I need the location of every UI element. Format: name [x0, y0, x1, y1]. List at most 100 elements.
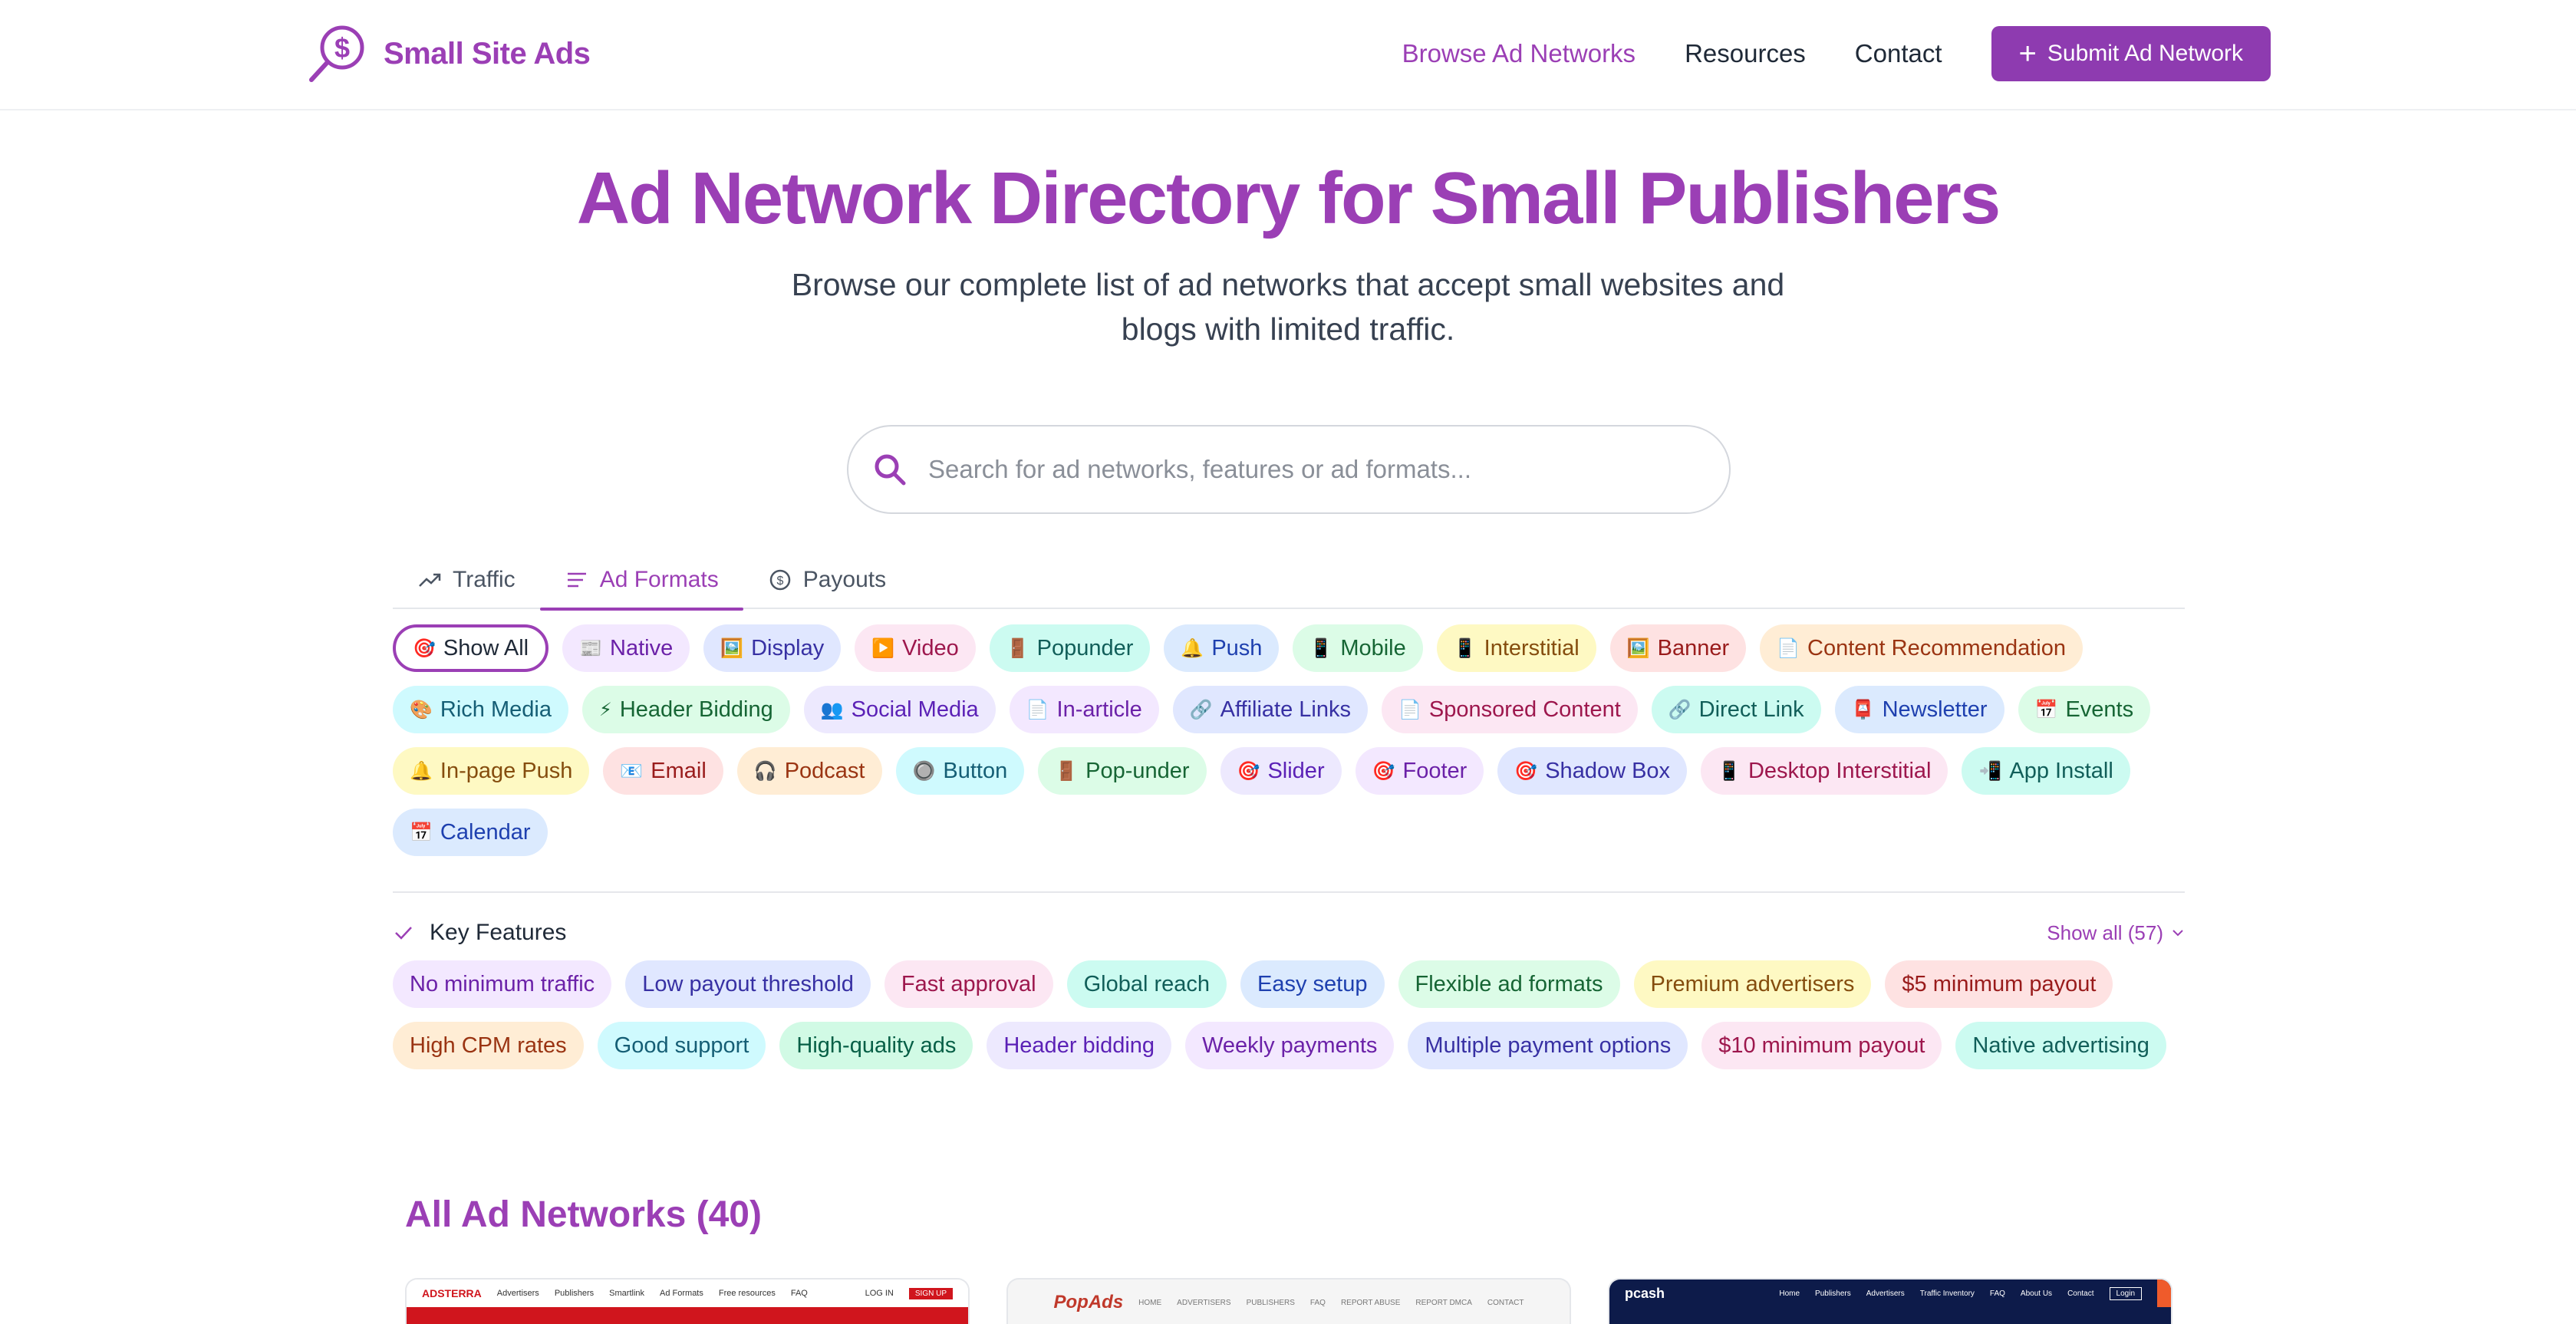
format-emoji-icon: 📱 — [1309, 637, 1333, 659]
plus-icon: + — [2018, 37, 2037, 71]
card-accent — [2157, 1280, 2171, 1307]
feature-chip-low-payout-threshold[interactable]: Low payout threshold — [625, 960, 871, 1008]
format-chip-shadow-box[interactable]: 🎯 Shadow Box — [1497, 747, 1688, 795]
format-chip-push[interactable]: 🔔 Push — [1164, 624, 1280, 672]
format-chip-label: Video — [902, 635, 959, 660]
tab-payouts[interactable]: $ Payouts — [743, 551, 911, 609]
format-chip-podcast[interactable]: 🎧 Podcast — [736, 747, 882, 795]
card-link: ADVERTISERS — [1177, 1298, 1231, 1307]
format-chip-label: Podcast — [784, 758, 865, 783]
feature-chip-good-support[interactable]: Good support — [597, 1022, 766, 1069]
feature-chip-no-minimum-traffic[interactable]: No minimum traffic — [393, 960, 612, 1008]
format-emoji-icon: 🖼️ — [720, 637, 744, 659]
tab-payouts-label: Payouts — [802, 567, 887, 592]
feature-chip-label: $5 minimum payout — [1902, 971, 2097, 996]
format-chip-video[interactable]: ▶️ Video — [855, 624, 976, 672]
network-card[interactable]: pcash Home Publishers Advertisers Traffi… — [1608, 1278, 2172, 1324]
check-icon — [395, 927, 412, 940]
format-chip-label: Pop-under — [1085, 758, 1190, 783]
feature-chip-label: Global reach — [1083, 971, 1211, 996]
format-chip-calendar[interactable]: 📅 Calendar — [393, 809, 548, 856]
format-chip-sponsored-content[interactable]: 📄 Sponsored Content — [1381, 686, 1638, 733]
format-chip-content-recommendation[interactable]: 📄 Content Recommendation — [1760, 624, 2083, 672]
main-nav: Browse Ad Networks Resources Contact + S… — [1353, 26, 2271, 81]
feature-chip-weekly-payments[interactable]: Weekly payments — [1185, 1022, 1395, 1069]
format-chip-label: Display — [751, 635, 825, 660]
format-chip-email[interactable]: 📧 Email — [603, 747, 723, 795]
card-brand: pcash — [1625, 1285, 1665, 1301]
feature-chip-multiple-payment-options[interactable]: Multiple payment options — [1408, 1022, 1688, 1069]
format-chip-interstitial[interactable]: 📱 Interstitial — [1436, 624, 1596, 672]
tab-traffic[interactable]: Traffic — [393, 551, 540, 609]
search-input[interactable] — [928, 455, 1680, 484]
filter-tabs: Traffic Ad Formats $ Payouts — [393, 551, 2185, 611]
format-chip-rich-media[interactable]: 🎨 Rich Media — [393, 686, 568, 733]
format-emoji-icon: ⚡ — [598, 699, 612, 720]
feature-chip-easy-setup[interactable]: Easy setup — [1240, 960, 1385, 1008]
format-chip-in-article[interactable]: 📄 In-article — [1009, 686, 1159, 733]
format-chip-slider[interactable]: 🎯 Slider — [1220, 747, 1342, 795]
format-chip-show-all[interactable]: 🎯 Show All — [393, 624, 549, 672]
feature-chip-premium-advertisers[interactable]: Premium advertisers — [1633, 960, 1872, 1008]
format-emoji-icon: 📱 — [1453, 637, 1477, 659]
format-chip-label: Newsletter — [1882, 697, 1988, 722]
card-link: Contact — [2067, 1289, 2094, 1298]
format-chip-label: Header Bidding — [619, 697, 773, 722]
network-card[interactable]: ADSTERRA Advertisers Publishers Smartlin… — [405, 1278, 970, 1324]
format-chip-desktop-interstitial[interactable]: 📱 Desktop Interstitial — [1701, 747, 1948, 795]
format-chip-social-media[interactable]: 👥 Social Media — [803, 686, 996, 733]
format-chip-button[interactable]: 🔘 Button — [895, 747, 1025, 795]
format-emoji-icon: 🔗 — [1189, 699, 1213, 720]
format-chip-pop-under[interactable]: 🚪 Pop-under — [1038, 747, 1207, 795]
submit-ad-network-button[interactable]: + Submit Ad Network — [1991, 26, 2271, 81]
format-chip-native[interactable]: 📰 Native — [562, 624, 690, 672]
feature-chip-label: Easy setup — [1257, 971, 1368, 996]
feature-chip-global-reach[interactable]: Global reach — [1066, 960, 1227, 1008]
format-chip-header-bidding[interactable]: ⚡ Header Bidding — [581, 686, 790, 733]
format-emoji-icon: 🚪 — [1055, 760, 1079, 782]
feature-chip-fast-approval[interactable]: Fast approval — [884, 960, 1053, 1008]
format-chip-display[interactable]: 🖼️ Display — [703, 624, 842, 672]
format-chip-mobile[interactable]: 📱 Mobile — [1293, 624, 1423, 672]
format-chip-direct-link[interactable]: 🔗 Direct Link — [1651, 686, 1821, 733]
format-chip-footer[interactable]: 🎯 Footer — [1355, 747, 1484, 795]
nav-resources[interactable]: Resources — [1685, 39, 1806, 68]
card-link: FAQ — [790, 1289, 808, 1298]
feature-chip-label: $10 minimum payout — [1718, 1033, 1925, 1058]
format-chip-banner[interactable]: 🖼️ Banner — [1609, 624, 1747, 672]
feature-chip-header-bidding[interactable]: Header bidding — [987, 1022, 1172, 1069]
format-chip-label: Mobile — [1340, 635, 1406, 660]
format-chip-newsletter[interactable]: 📮 Newsletter — [1834, 686, 2004, 733]
trending-up-icon — [419, 573, 441, 587]
network-card[interactable]: PopAds HOME ADVERTISERS PUBLISHERS FAQ R… — [1006, 1278, 1571, 1324]
show-all-features-button[interactable]: Show all (57) — [2047, 921, 2185, 945]
logo[interactable]: $ Small Site Ads — [305, 21, 591, 86]
format-emoji-icon: 🎯 — [1372, 760, 1395, 782]
feature-chip-high-cpm-rates[interactable]: High CPM rates — [393, 1022, 584, 1069]
tab-ad-formats[interactable]: Ad Formats — [539, 551, 743, 611]
feature-chip-label: Weekly payments — [1202, 1033, 1378, 1058]
feature-chip-flexible-ad-formats[interactable]: Flexible ad formats — [1398, 960, 1620, 1008]
feature-chip-10-minimum-payout[interactable]: $10 minimum payout — [1701, 1022, 1942, 1069]
format-chip-label: Footer — [1402, 758, 1468, 783]
format-chip-label: Interstitial — [1484, 635, 1580, 660]
feature-chip-5-minimum-payout[interactable]: $5 minimum payout — [1885, 960, 2113, 1008]
format-chip-app-install[interactable]: 📲 App Install — [1962, 747, 2130, 795]
format-chip-events[interactable]: 📅 Events — [2018, 686, 2151, 733]
list-icon — [567, 572, 586, 588]
feature-chip-label: Premium advertisers — [1650, 971, 1855, 996]
format-chip-in-page-push[interactable]: 🔔 In-page Push — [393, 747, 590, 795]
svg-text:$: $ — [334, 32, 350, 64]
feature-chip-label: High-quality ads — [796, 1033, 957, 1058]
format-chip-popunder[interactable]: 🚪 Popunder — [989, 624, 1151, 672]
format-chip-affiliate-links[interactable]: 🔗 Affiliate Links — [1172, 686, 1368, 733]
format-emoji-icon: 🎯 — [1237, 760, 1260, 782]
nav-contact[interactable]: Contact — [1855, 39, 1942, 68]
submit-ad-network-label: Submit Ad Network — [2047, 41, 2243, 66]
search-box[interactable] — [847, 425, 1731, 514]
nav-browse-ad-networks[interactable]: Browse Ad Networks — [1402, 39, 1636, 68]
feature-chip-native-advertising[interactable]: Native advertising — [1955, 1022, 2166, 1069]
feature-chip-high-quality-ads[interactable]: High-quality ads — [779, 1022, 973, 1069]
feature-chip-label: High CPM rates — [410, 1033, 567, 1058]
all-ad-networks-title: All Ad Networks (40) — [405, 1194, 762, 1235]
